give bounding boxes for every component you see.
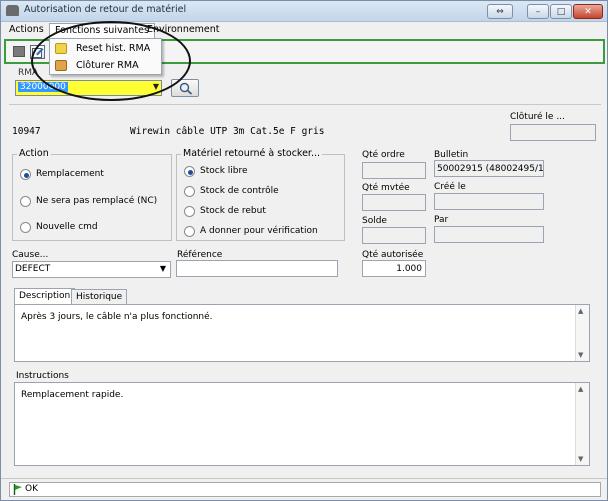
materiel-group: Matériel retourné à stocker... Stock lib… bbox=[176, 148, 345, 241]
radio-label: Stock de rebut bbox=[200, 206, 266, 216]
instructions-text: Remplacement rapide. bbox=[21, 390, 124, 400]
qte-autorisee-input[interactable]: 1.000 bbox=[362, 260, 426, 277]
qte-ordre-label: Qté ordre bbox=[362, 150, 405, 160]
qte-autorisee-label: Qté autorisée bbox=[362, 250, 424, 260]
instructions-label: Instructions bbox=[16, 371, 69, 381]
radio-label: Ne sera pas remplacé (NC) bbox=[36, 196, 158, 206]
chevron-down-icon[interactable]: ▼ bbox=[160, 264, 166, 273]
menu-item-cloturer-rma[interactable]: Clôturer RMA bbox=[52, 58, 160, 74]
scrollbar[interactable]: ▲ ▼ bbox=[575, 305, 589, 361]
scroll-down-icon[interactable]: ▼ bbox=[578, 455, 583, 463]
edit-icon[interactable] bbox=[30, 45, 45, 59]
fonctions-dropdown: Reset hist. RMA Clôturer RMA bbox=[49, 38, 162, 75]
cause-combobox[interactable]: DEFECT ▼ bbox=[12, 261, 171, 278]
radio-label: Remplacement bbox=[36, 169, 104, 179]
scroll-up-icon[interactable]: ▲ bbox=[578, 385, 583, 393]
reset-icon bbox=[55, 43, 67, 54]
save-icon[interactable] bbox=[13, 46, 25, 57]
chevron-down-icon[interactable]: ▼ bbox=[153, 82, 159, 91]
description-textarea[interactable]: Après 3 jours, le câble n'a plus fonctio… bbox=[14, 304, 590, 362]
scrollbar[interactable]: ▲ ▼ bbox=[575, 383, 589, 465]
menu-bar: Actions Fonctions suivantes Environnemen… bbox=[1, 22, 607, 39]
menu-fonctions-suivantes[interactable]: Fonctions suivantes bbox=[49, 23, 155, 38]
description-text: Après 3 jours, le câble n'a plus fonctio… bbox=[21, 312, 213, 322]
radio-dot bbox=[184, 186, 195, 197]
instructions-textarea[interactable]: Remplacement rapide. ▲ ▼ bbox=[14, 382, 590, 466]
app-icon bbox=[6, 5, 19, 16]
status-panel: OK bbox=[9, 482, 601, 497]
menu-item-reset-hist-rma[interactable]: Reset hist. RMA bbox=[52, 41, 160, 57]
materiel-group-title: Matériel retourné à stocker... bbox=[181, 148, 323, 159]
rma-search-button[interactable] bbox=[171, 79, 199, 97]
radio-label: Stock de contrôle bbox=[200, 186, 279, 196]
minimize-button[interactable]: – bbox=[527, 4, 549, 19]
flag-icon bbox=[13, 484, 22, 495]
status-bar: OK bbox=[1, 478, 607, 500]
radio-dot bbox=[184, 206, 195, 217]
rma-value: 32000000 bbox=[18, 82, 68, 92]
radio-dot bbox=[20, 222, 31, 233]
radio-label: Stock libre bbox=[200, 166, 248, 176]
window-title: Autorisation de retour de matériel bbox=[24, 4, 187, 15]
maximize-button[interactable]: □ bbox=[550, 4, 572, 19]
solde-label: Solde bbox=[362, 216, 387, 226]
item-code: 10947 bbox=[12, 126, 41, 137]
radio-dot-selected bbox=[184, 166, 195, 177]
radio-dot-selected bbox=[20, 169, 31, 180]
cree-le-field bbox=[434, 193, 544, 210]
item-description: Wirewin câble UTP 3m Cat.5e F gris bbox=[130, 126, 325, 137]
separator bbox=[9, 104, 601, 105]
solde-field bbox=[362, 227, 426, 244]
tab-description[interactable]: Description bbox=[14, 288, 76, 305]
title-bar: Autorisation de retour de matériel ⇔ – □… bbox=[1, 1, 607, 22]
cause-label: Cause... bbox=[12, 250, 49, 260]
scroll-down-icon[interactable]: ▼ bbox=[578, 351, 583, 359]
qte-mvtee-label: Qté mvtée bbox=[362, 183, 410, 193]
bulletin-label: Bulletin bbox=[434, 150, 469, 160]
reference-input[interactable] bbox=[176, 260, 338, 277]
rma-combobox[interactable]: 32000000 ▼ bbox=[15, 80, 162, 96]
menu-item-label: Reset hist. RMA bbox=[76, 43, 151, 54]
qte-mvtee-field bbox=[362, 194, 426, 211]
menu-item-label: Clôturer RMA bbox=[76, 60, 139, 71]
bulletin-field: 50002915 (48002495/10) bbox=[434, 160, 544, 177]
menu-actions[interactable]: Actions bbox=[4, 23, 49, 38]
status-text: OK bbox=[25, 484, 38, 494]
radio-dot bbox=[20, 196, 31, 207]
reference-label: Référence bbox=[177, 250, 223, 260]
restore-button[interactable]: ⇔ bbox=[487, 4, 513, 19]
cree-le-label: Créé le bbox=[434, 182, 466, 192]
cloture-field bbox=[510, 124, 596, 141]
close-button[interactable]: ✕ bbox=[573, 4, 603, 19]
cause-value: DEFECT bbox=[15, 264, 51, 274]
radio-dot bbox=[184, 226, 195, 237]
cloture-label: Clôturé le ... bbox=[510, 112, 565, 122]
action-group: Action Remplacement Ne sera pas remplacé… bbox=[12, 148, 172, 241]
qte-ordre-field bbox=[362, 162, 426, 179]
rma-label: RMA bbox=[18, 68, 39, 78]
action-group-title: Action bbox=[17, 148, 51, 159]
tab-historique[interactable]: Historique bbox=[71, 289, 128, 304]
rma-window: Autorisation de retour de matériel ⇔ – □… bbox=[0, 0, 608, 501]
radio-label: A donner pour vérification bbox=[200, 226, 318, 236]
menu-environnement[interactable]: Environnement bbox=[142, 23, 225, 38]
par-label: Par bbox=[434, 215, 449, 225]
par-field bbox=[434, 226, 544, 243]
close-rma-icon bbox=[55, 60, 67, 71]
scroll-up-icon[interactable]: ▲ bbox=[578, 307, 583, 315]
radio-label: Nouvelle cmd bbox=[36, 222, 98, 232]
search-icon bbox=[179, 82, 193, 95]
